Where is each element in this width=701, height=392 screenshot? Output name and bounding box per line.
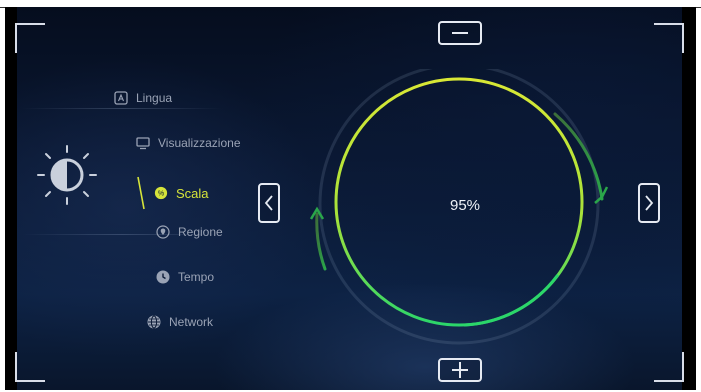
chevron-left-icon: [264, 195, 273, 211]
menu-item-label: Visualizzazione: [158, 136, 241, 150]
previous-button[interactable]: [258, 183, 280, 223]
corner-mark-bottom-right: [654, 352, 684, 382]
separator-line: [22, 108, 222, 109]
monitor-icon: [136, 136, 150, 150]
menu-item-label: Regione: [178, 225, 223, 239]
menu-item-visualizzazione[interactable]: Visualizzazione: [136, 136, 241, 150]
clock-icon: [156, 270, 170, 284]
menu-item-label: Scala: [176, 185, 209, 201]
globe-icon: [147, 315, 161, 329]
menu-item-label: Tempo: [178, 270, 215, 284]
active-indicator: [137, 176, 145, 210]
menu-item-label: Network: [169, 315, 214, 329]
language-icon: [114, 91, 128, 105]
left-letterbox: [5, 7, 17, 390]
next-button[interactable]: [638, 183, 660, 223]
settings-screen: Lingua Visualizzazione % Scala Regione T…: [5, 7, 696, 390]
right-letterbox: [682, 7, 696, 390]
brightness-icon: [37, 145, 97, 205]
scale-icon: %: [154, 186, 168, 200]
svg-text:%: %: [158, 191, 164, 198]
chevron-right-icon: [645, 195, 654, 211]
scale-ring-tail: [463, 274, 559, 327]
menu-item-label: Lingua: [136, 91, 173, 105]
corner-mark-top-right: [654, 23, 684, 53]
menu-item-tempo[interactable]: Tempo: [156, 270, 214, 284]
plus-icon: [452, 362, 468, 378]
menu-item-scala[interactable]: % Scala: [136, 175, 209, 211]
location-pin-icon: [156, 225, 170, 239]
scale-ring: [309, 69, 609, 345]
scale-value: 95%: [449, 197, 481, 214]
minus-icon: [452, 32, 468, 34]
decrease-button[interactable]: [438, 21, 482, 45]
increase-button[interactable]: [438, 358, 482, 382]
corner-mark-top-left: [15, 23, 45, 53]
menu-item-lingua[interactable]: Lingua: [114, 91, 172, 105]
menu-item-regione[interactable]: Regione: [156, 225, 223, 239]
rotate-arc-right: [553, 112, 604, 201]
corner-mark-bottom-left: [15, 352, 45, 382]
menu-item-network[interactable]: Network: [147, 315, 213, 329]
